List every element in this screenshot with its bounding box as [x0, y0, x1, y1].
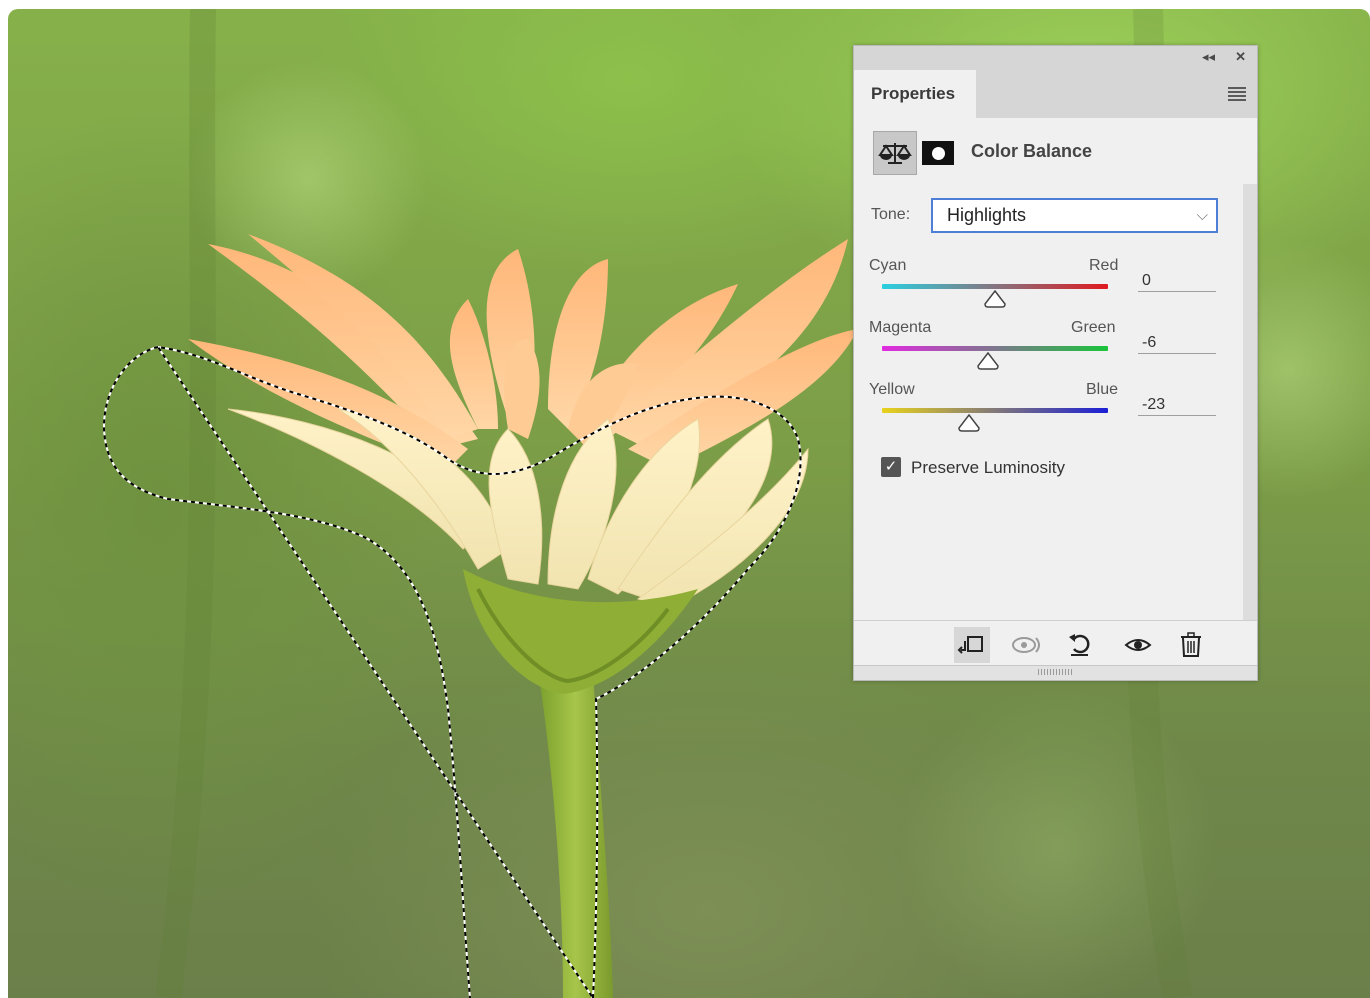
tone-label: Tone:	[871, 206, 911, 223]
collapse-panel-icon[interactable]: ◂◂	[1202, 50, 1215, 64]
visibility-eye-icon[interactable]	[1120, 627, 1156, 663]
view-previous-state-icon[interactable]	[1009, 627, 1045, 663]
magenta-green-slider-thumb[interactable]	[976, 352, 1000, 370]
preserve-luminosity-checkbox[interactable]: ✓	[881, 457, 901, 477]
yellow-label: Yellow	[869, 381, 915, 398]
layer-mask-icon[interactable]	[922, 141, 954, 165]
cyan-label: Cyan	[869, 257, 907, 274]
clip-to-layer-icon[interactable]	[954, 627, 990, 663]
close-icon[interactable]: ✕	[1235, 50, 1246, 64]
cyan-red-slider[interactable]	[882, 284, 1108, 289]
panel-tab-row: Properties	[854, 70, 1257, 118]
chevron-down-icon: ⌵	[1196, 207, 1208, 224]
yellow-blue-slider-thumb[interactable]	[957, 414, 981, 432]
delete-trash-icon[interactable]	[1173, 627, 1209, 663]
panel-menu-icon[interactable]	[1228, 87, 1246, 103]
cyan-red-value-field[interactable]: 0	[1138, 272, 1216, 292]
tab-properties[interactable]: Properties	[854, 70, 976, 118]
panel-resize-handle[interactable]	[854, 665, 1257, 680]
green-label: Green	[1071, 319, 1116, 336]
panel-scrollbar[interactable]	[1243, 184, 1257, 620]
red-label: Red	[1089, 257, 1119, 274]
magenta-label: Magenta	[869, 319, 932, 336]
yellow-blue-value-field[interactable]: -23	[1138, 396, 1216, 416]
yellow-blue-slider[interactable]	[882, 408, 1108, 413]
color-balance-scale-icon[interactable]	[873, 131, 917, 175]
adjustment-header: Color Balance	[854, 128, 1257, 178]
tone-select-value: Highlights	[947, 205, 1027, 225]
panel-bottom-toolbar	[854, 620, 1257, 669]
tone-select[interactable]: Highlights ⌵	[931, 198, 1218, 233]
magenta-green-value-field[interactable]: -6	[1138, 334, 1216, 354]
cyan-red-slider-thumb[interactable]	[983, 290, 1007, 308]
properties-panel: ◂◂ ✕ Properties Color Balance Tone: High…	[853, 45, 1258, 681]
adjustment-title: Color Balance	[971, 141, 1093, 161]
magenta-green-slider[interactable]	[882, 346, 1108, 351]
panel-title-bar[interactable]: ◂◂ ✕	[854, 46, 1257, 70]
blue-label: Blue	[1086, 381, 1119, 398]
preserve-luminosity-label: Preserve Luminosity	[911, 458, 1066, 477]
reset-icon[interactable]	[1062, 627, 1098, 663]
